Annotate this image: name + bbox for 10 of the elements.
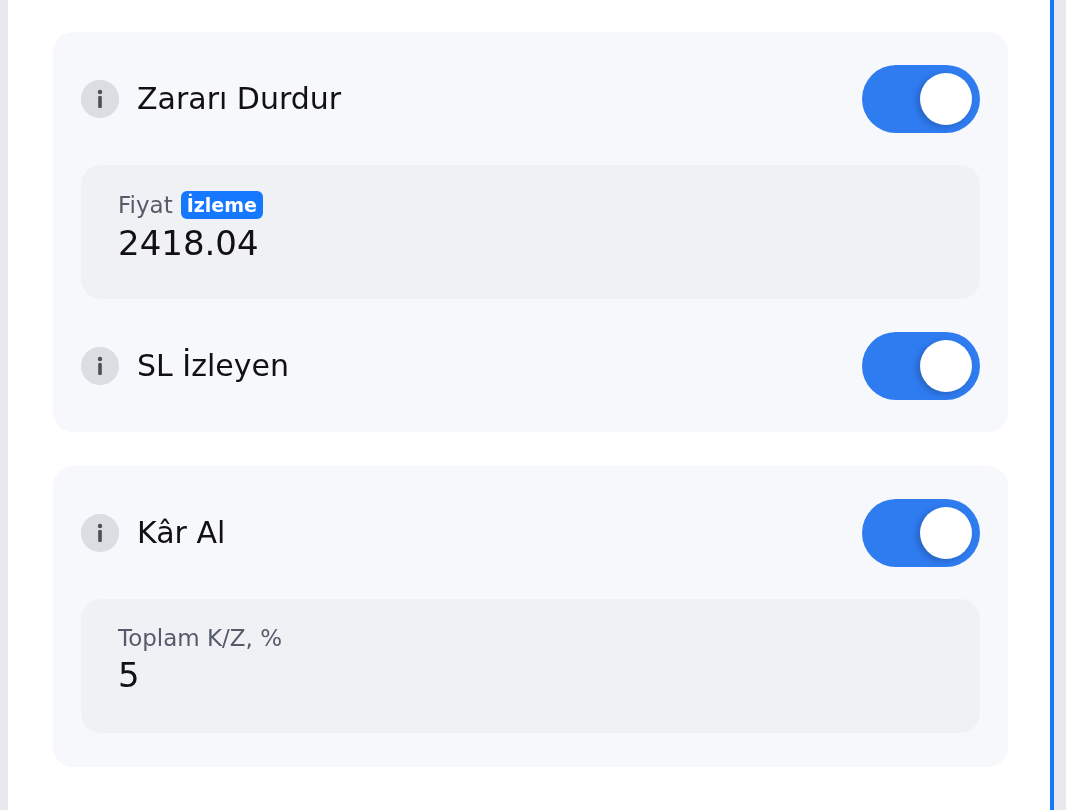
field-value: 5 (118, 655, 141, 695)
field-label: Fiyat (118, 192, 173, 218)
mode-badge: İzleme (180, 191, 263, 219)
field-value: 2418.04 (118, 223, 260, 263)
input-field[interactable]: Fiyat İzleme 2418.04 (81, 165, 980, 299)
toggle-label: Kâr Al (137, 515, 227, 550)
input-field[interactable]: Toplam K/Z, % 5 (81, 599, 980, 733)
field-label: Toplam K/Z, % (118, 625, 283, 651)
toggle-label: SL İzleyen (137, 348, 290, 383)
toggle-label: Zararı Durdur (137, 81, 343, 116)
